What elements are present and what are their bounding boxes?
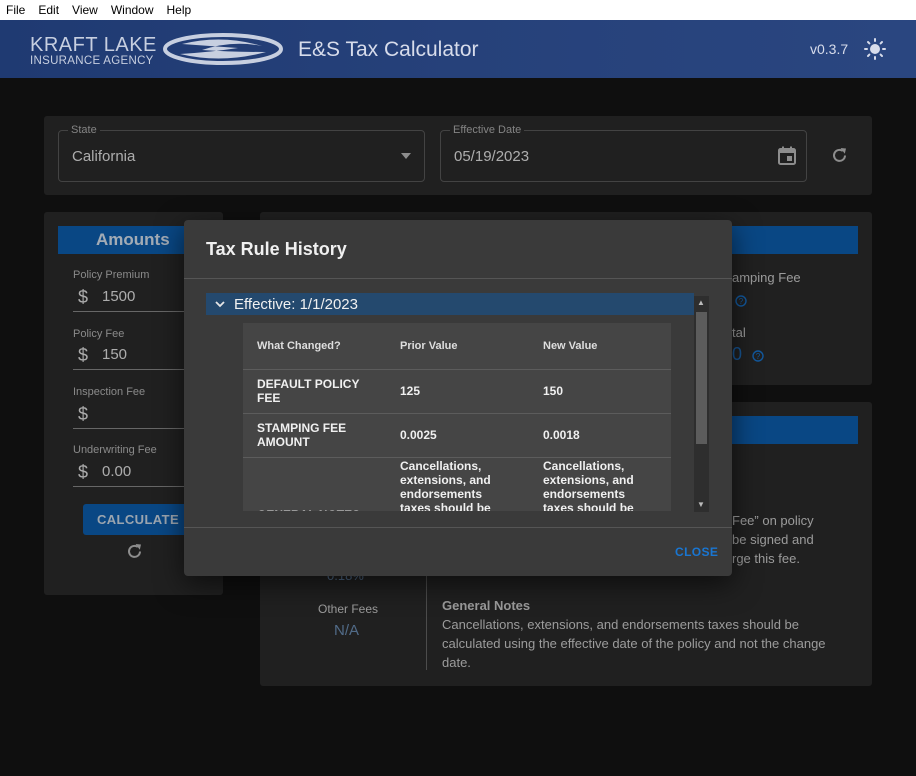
- scrollbar-thumb[interactable]: [696, 312, 707, 444]
- what-changed-cell: DEFAULT POLICY FEE: [243, 369, 386, 414]
- history-table: What Changed? Prior Value New Value DEFA…: [243, 323, 671, 511]
- table-row: DEFAULT POLICY FEE 125 150: [243, 369, 671, 414]
- column-header: Prior Value: [386, 323, 529, 370]
- brand-logo: KRAFT LAKE INSURANCE AGENCY: [30, 35, 157, 68]
- prior-value-cell: 125: [386, 369, 529, 414]
- scroll-down-arrow-icon[interactable]: ▼: [697, 500, 705, 509]
- brand-swoosh-icon: [163, 33, 283, 65]
- history-table-container: What Changed? Prior Value New Value DEFA…: [243, 323, 671, 511]
- column-header: New Value: [529, 323, 671, 370]
- theme-toggle-sun-icon[interactable]: [864, 38, 886, 60]
- tax-rule-history-dialog: Tax Rule History Effective: 1/1/2023 ▲ ▼…: [184, 220, 732, 576]
- effective-group-header[interactable]: Effective: 1/1/2023: [206, 293, 694, 315]
- table-row: GENERAL NOTES Cancellations, extensions,…: [243, 457, 671, 511]
- effective-group-label: Effective: 1/1/2023: [234, 295, 358, 313]
- prior-value-cell: Cancellations, extensions, and endorseme…: [386, 457, 529, 511]
- new-value-cell: 0.0018: [529, 413, 671, 458]
- column-header: What Changed?: [243, 323, 386, 370]
- dialog-title: Tax Rule History: [206, 239, 347, 259]
- version-label: v0.3.7: [810, 41, 849, 57]
- what-changed-cell: STAMPING FEE AMOUNT: [243, 413, 386, 458]
- app-title: E&S Tax Calculator: [298, 38, 479, 61]
- menu-window[interactable]: Window: [111, 3, 154, 17]
- brand-line1: KRAFT LAKE: [30, 34, 157, 56]
- table-row: STAMPING FEE AMOUNT 0.0025 0.0018: [243, 413, 671, 458]
- dialog-divider-bottom: [184, 527, 732, 528]
- dialog-scrollbar[interactable]: ▲ ▼: [694, 296, 709, 512]
- dialog-divider-top: [184, 278, 732, 279]
- menu-file[interactable]: File: [6, 3, 25, 17]
- menu-help[interactable]: Help: [167, 3, 192, 17]
- menu-edit[interactable]: Edit: [38, 3, 59, 17]
- menu-view[interactable]: View: [72, 3, 98, 17]
- new-value-cell: 150: [529, 369, 671, 414]
- table-header-row: What Changed? Prior Value New Value: [243, 323, 671, 370]
- menu-bar: File Edit View Window Help: [0, 0, 916, 20]
- what-changed-cell: GENERAL NOTES: [243, 457, 386, 511]
- scroll-up-arrow-icon[interactable]: ▲: [697, 298, 705, 307]
- chevron-down-icon: [206, 297, 234, 311]
- app-header: KRAFT LAKE INSURANCE AGENCY E&S Tax Calc…: [0, 20, 916, 78]
- prior-value-cell: 0.0025: [386, 413, 529, 458]
- close-button[interactable]: CLOSE: [675, 545, 718, 559]
- new-value-cell: Cancellations, extensions, and endorseme…: [529, 457, 671, 511]
- brand-line2: INSURANCE AGENCY: [30, 55, 154, 67]
